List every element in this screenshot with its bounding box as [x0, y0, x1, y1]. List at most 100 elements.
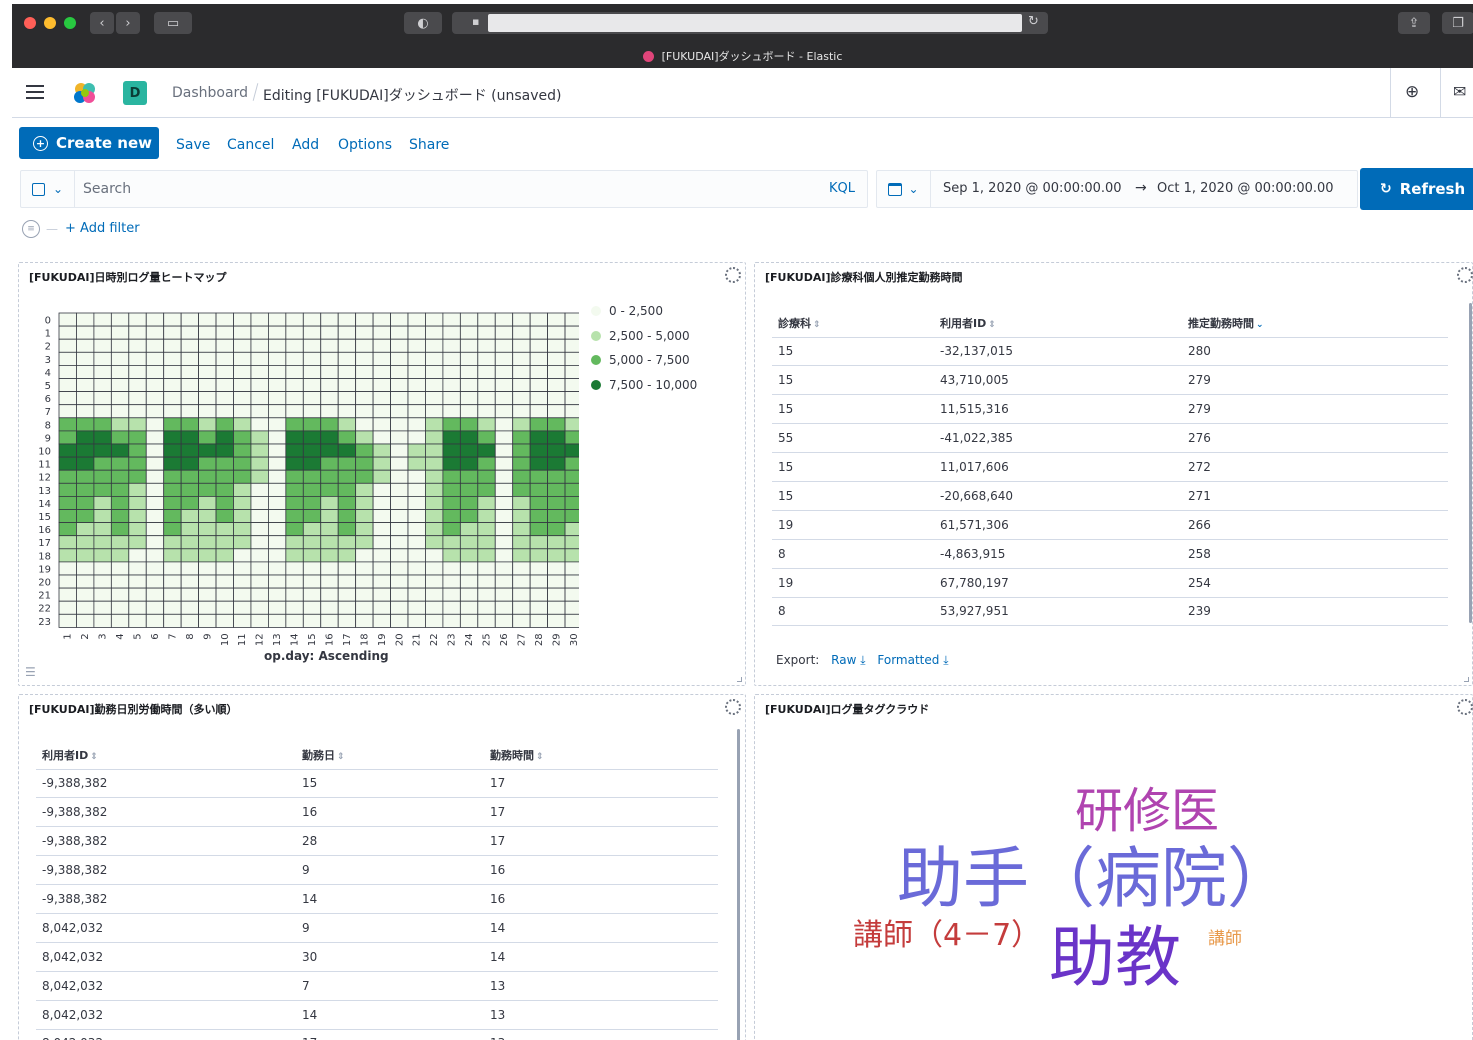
save-link[interactable]: Save — [176, 137, 210, 153]
heatmap-cell[interactable] — [320, 600, 339, 615]
legend-item[interactable]: 7,500 - 10,000 — [591, 373, 697, 398]
heatmap-cell[interactable] — [250, 378, 269, 393]
heatmap-cell[interactable] — [215, 351, 234, 366]
heatmap-cell[interactable] — [494, 391, 514, 406]
cancel-link[interactable]: Cancel — [227, 137, 274, 153]
heatmap-cell[interactable] — [128, 469, 147, 484]
heatmap-cell[interactable] — [93, 535, 112, 550]
heatmap-cell[interactable] — [93, 600, 112, 615]
heatmap-cell[interactable] — [425, 495, 444, 510]
heatmap-cell[interactable] — [337, 443, 357, 458]
heatmap-cell[interactable] — [442, 495, 461, 510]
heatmap-cell[interactable] — [145, 574, 165, 589]
heatmap-cell[interactable] — [267, 574, 287, 589]
heatmap-cell[interactable] — [285, 351, 304, 366]
heatmap-cell[interactable] — [110, 456, 130, 471]
heatmap-cell[interactable] — [564, 325, 579, 340]
heatmap-cell[interactable] — [163, 365, 182, 379]
heatmap-cell[interactable] — [320, 574, 339, 589]
heatmap-cell[interactable] — [320, 495, 339, 510]
heatmap-cell[interactable] — [180, 522, 199, 537]
heatmap-cell[interactable] — [110, 391, 130, 406]
heatmap-cell[interactable] — [145, 378, 165, 393]
heatmap-cell[interactable] — [145, 443, 165, 458]
heatmap-cell[interactable] — [93, 574, 112, 589]
heatmap-cell[interactable] — [355, 378, 374, 393]
heatmap-cell[interactable] — [285, 613, 304, 628]
heatmap-cell[interactable] — [163, 587, 182, 602]
heatmap-cell[interactable] — [547, 325, 566, 340]
heatmap-cell[interactable] — [564, 417, 579, 432]
heatmap-cell[interactable] — [76, 574, 95, 589]
heatmap-cell[interactable] — [93, 430, 112, 445]
heatmap-cell[interactable] — [390, 574, 409, 589]
heatmap-cell[interactable] — [390, 365, 409, 379]
heatmap-cell[interactable] — [494, 378, 514, 393]
heatmap-cell[interactable] — [547, 548, 566, 563]
heatmap-cell[interactable] — [93, 365, 112, 379]
heatmap-cell[interactable] — [355, 430, 374, 445]
heatmap-cell[interactable] — [302, 482, 322, 497]
heatmap-cell[interactable] — [163, 469, 182, 484]
heatmap-cell[interactable] — [285, 548, 304, 563]
heatmap-cell[interactable] — [233, 548, 252, 563]
heatmap-cell[interactable] — [180, 378, 199, 393]
heatmap-cell[interactable] — [215, 561, 234, 576]
heatmap-cell[interactable] — [407, 351, 426, 366]
heatmap-cell[interactable] — [337, 587, 357, 602]
heatmap-cell[interactable] — [285, 535, 304, 550]
heatmap-cell[interactable] — [564, 443, 579, 458]
heatmap-cell[interactable] — [145, 613, 165, 628]
heatmap-cell[interactable] — [355, 391, 374, 406]
menu-icon[interactable] — [26, 84, 44, 100]
heatmap-cell[interactable] — [442, 613, 461, 628]
heatmap-cell[interactable] — [215, 325, 234, 340]
heatmap-cell[interactable] — [407, 325, 426, 340]
heatmap-cell[interactable] — [459, 574, 479, 589]
heatmap-cell[interactable] — [163, 495, 182, 510]
heatmap-cell[interactable] — [529, 430, 548, 445]
gear-icon[interactable] — [725, 267, 741, 283]
heatmap-cell[interactable] — [442, 443, 461, 458]
heatmap-cell[interactable] — [110, 613, 130, 628]
heatmap-cell[interactable] — [459, 365, 479, 379]
resize-handle[interactable] — [1464, 677, 1469, 682]
heatmap-cell[interactable] — [459, 495, 479, 510]
heatmap-cell[interactable] — [477, 456, 496, 471]
heatmap-cell[interactable] — [180, 430, 199, 445]
heatmap-cell[interactable] — [267, 495, 287, 510]
heatmap-cell[interactable] — [93, 338, 112, 353]
heatmap-cell[interactable] — [58, 417, 77, 432]
heatmap-cell[interactable] — [285, 600, 304, 615]
heatmap-cell[interactable] — [285, 509, 304, 524]
heatmap-cell[interactable] — [215, 522, 234, 537]
heatmap-cell[interactable] — [564, 378, 579, 393]
heatmap-cell[interactable] — [547, 495, 566, 510]
heatmap-cell[interactable] — [512, 378, 531, 393]
heatmap-cell[interactable] — [390, 548, 409, 563]
heatmap-cell[interactable] — [285, 456, 304, 471]
heatmap-cell[interactable] — [372, 391, 391, 406]
heatmap-cell[interactable] — [564, 574, 579, 589]
heatmap-cell[interactable] — [337, 613, 357, 628]
heatmap-cell[interactable] — [215, 443, 234, 458]
heatmap-cell[interactable] — [76, 365, 95, 379]
heatmap-cell[interactable] — [250, 430, 269, 445]
heatmap-cell[interactable] — [180, 613, 199, 628]
heatmap-cell[interactable] — [128, 351, 147, 366]
heatmap-cell[interactable] — [302, 404, 322, 419]
heatmap-cell[interactable] — [250, 365, 269, 379]
export-raw-link[interactable]: Raw ⤓ — [831, 653, 865, 667]
heatmap-cell[interactable] — [58, 338, 77, 353]
heatmap-cell[interactable] — [302, 535, 322, 550]
heatmap-cell[interactable] — [110, 417, 130, 432]
heatmap-cell[interactable] — [320, 404, 339, 419]
heatmap-cell[interactable] — [58, 613, 77, 628]
heatmap-cell[interactable] — [355, 587, 374, 602]
heatmap-cell[interactable] — [163, 430, 182, 445]
search-input[interactable]: ⌄ Search KQL — [20, 170, 868, 208]
elastic-logo-icon[interactable] — [72, 81, 98, 105]
heatmap-cell[interactable] — [512, 535, 531, 550]
heatmap-cell[interactable] — [128, 509, 147, 524]
heatmap-cell[interactable] — [302, 365, 322, 379]
